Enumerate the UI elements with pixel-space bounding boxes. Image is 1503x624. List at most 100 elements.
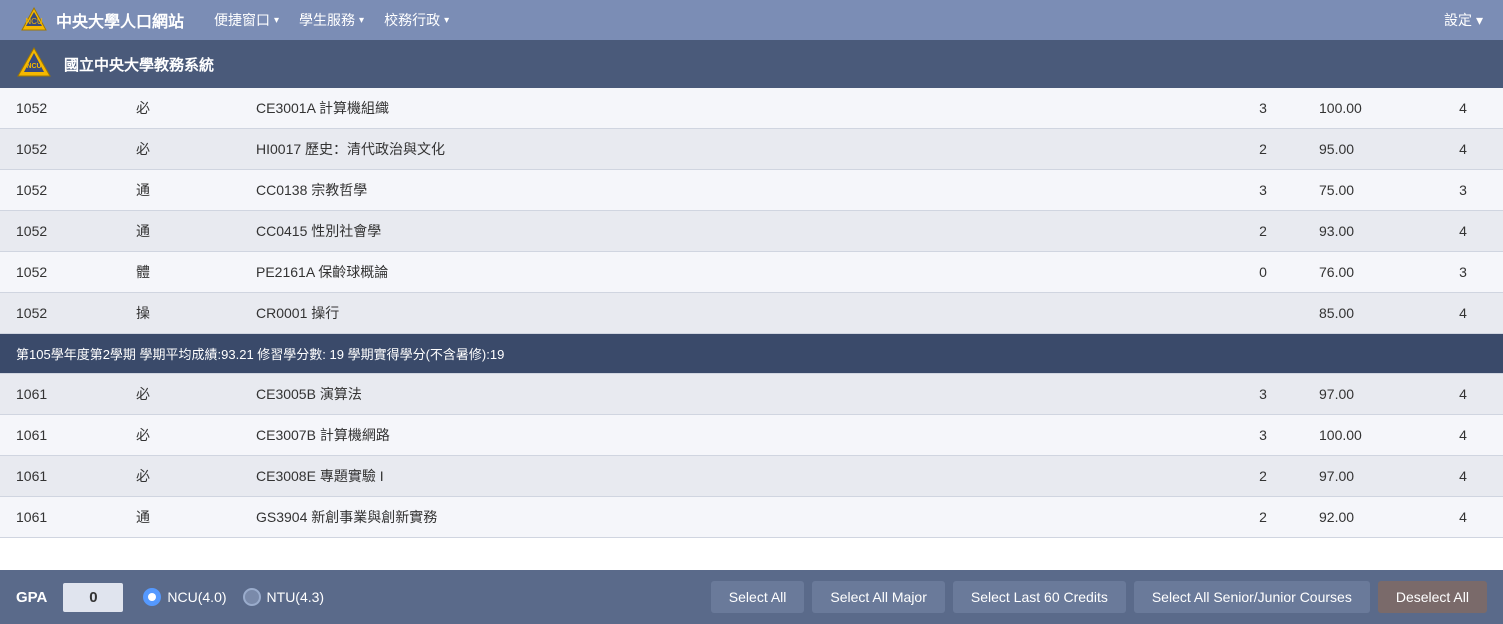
cell-type: 必 xyxy=(120,456,240,497)
cell-grade: 3 xyxy=(1423,252,1503,293)
school-name-label: 國立中央大學教務系統 xyxy=(64,54,214,75)
nav-items: 便捷窗口 學生服務 校務行政 xyxy=(214,10,1444,30)
cell-score: 92.00 xyxy=(1303,497,1423,538)
cell-grade: 4 xyxy=(1423,497,1503,538)
cell-score: 75.00 xyxy=(1303,170,1423,211)
cell-credits: 3 xyxy=(1223,415,1303,456)
nav-item-admin[interactable]: 校務行政 xyxy=(384,10,449,30)
cell-credits: 3 xyxy=(1223,374,1303,415)
table-wrapper: 1052必CE3001A 計算機組織3100.0041052必HI0017 歷史… xyxy=(0,88,1503,572)
cell-credits: 2 xyxy=(1223,211,1303,252)
cell-grade: 4 xyxy=(1423,88,1503,129)
cell-course: CE3008E 專題實驗 I xyxy=(240,456,1223,497)
cell-grade: 3 xyxy=(1423,170,1503,211)
cell-score: 95.00 xyxy=(1303,129,1423,170)
cell-type: 通 xyxy=(120,170,240,211)
cell-course: CE3007B 計算機網路 xyxy=(240,415,1223,456)
cell-type: 必 xyxy=(120,129,240,170)
cell-course: CE3001A 計算機組織 xyxy=(240,88,1223,129)
cell-grade: 4 xyxy=(1423,211,1503,252)
cell-credits xyxy=(1223,293,1303,334)
svg-text:NCU: NCU xyxy=(25,17,43,26)
cell-credits: 0 xyxy=(1223,252,1303,293)
deselect-all-button[interactable]: Deselect All xyxy=(1378,581,1487,613)
table-row: 1052體PE2161A 保齡球概論076.003 xyxy=(0,252,1503,293)
gpa-scale-radio-group: NCU(4.0) NTU(4.3) xyxy=(143,588,324,606)
select-all-senior-junior-button[interactable]: Select All Senior/Junior Courses xyxy=(1134,581,1370,613)
table-row: 1052通CC0415 性別社會學293.004 xyxy=(0,211,1503,252)
cell-credits: 3 xyxy=(1223,170,1303,211)
table-row: 1061必CE3005B 演算法397.004 xyxy=(0,374,1503,415)
table-row: 1052操CR0001 操行 85.004 xyxy=(0,293,1503,334)
site-title: 中央大學人口網站 xyxy=(56,8,184,32)
cell-type: 通 xyxy=(120,211,240,252)
cell-year: 1061 xyxy=(0,374,120,415)
gpa-label: GPA xyxy=(16,589,47,606)
cell-course: HI0017 歷史：清代政治與文化 xyxy=(240,129,1223,170)
table-row: 1052必HI0017 歷史：清代政治與文化295.004 xyxy=(0,129,1503,170)
table-row: 1052必CE3001A 計算機組織3100.004 xyxy=(0,88,1503,129)
cell-year: 1052 xyxy=(0,252,120,293)
cell-course: PE2161A 保齡球概論 xyxy=(240,252,1223,293)
cell-year: 1052 xyxy=(0,170,120,211)
top-nav-bar: NCU 中央大學人口網站 便捷窗口 學生服務 校務行政 設定 ▾ xyxy=(0,0,1503,40)
cell-year: 1052 xyxy=(0,211,120,252)
cell-year: 1061 xyxy=(0,456,120,497)
cell-type: 通 xyxy=(120,497,240,538)
cell-grade: 4 xyxy=(1423,415,1503,456)
sub-nav-bar: NCU 國立中央大學教務系統 xyxy=(0,40,1503,88)
cell-type: 體 xyxy=(120,252,240,293)
cell-year: 1061 xyxy=(0,415,120,456)
nav-item-student-services[interactable]: 學生服務 xyxy=(299,10,364,30)
radio-ncu[interactable]: NCU(4.0) xyxy=(143,588,226,606)
nav-item-shortcuts[interactable]: 便捷窗口 xyxy=(214,10,279,30)
cell-year: 1052 xyxy=(0,88,120,129)
action-btn-group: Select All Select All Major Select Last … xyxy=(711,581,1487,613)
cell-credits: 2 xyxy=(1223,497,1303,538)
cell-grade: 4 xyxy=(1423,456,1503,497)
cell-grade: 4 xyxy=(1423,293,1503,334)
table-row: 1052通CC0138 宗教哲學375.003 xyxy=(0,170,1503,211)
ncu-logo-icon: NCU xyxy=(20,6,48,34)
cell-credits: 2 xyxy=(1223,129,1303,170)
select-last-60-credits-button[interactable]: Select Last 60 Credits xyxy=(953,581,1126,613)
cell-score: 100.00 xyxy=(1303,88,1423,129)
svg-text:NCU: NCU xyxy=(26,63,41,70)
cell-score: 97.00 xyxy=(1303,374,1423,415)
cell-course: GS3904 新創事業與創新實務 xyxy=(240,497,1223,538)
summary-row: 第105學年度第2學期 學期平均成績:93.21 修習學分數: 19 學期實得學… xyxy=(0,334,1503,374)
select-all-button[interactable]: Select All xyxy=(711,581,805,613)
cell-grade: 4 xyxy=(1423,374,1503,415)
settings-label: 設定 xyxy=(1444,10,1472,30)
cell-credits: 3 xyxy=(1223,88,1303,129)
cell-type: 必 xyxy=(120,415,240,456)
cell-score: 93.00 xyxy=(1303,211,1423,252)
cell-type: 操 xyxy=(120,293,240,334)
table-row: 1061必CE3008E 專題實驗 I297.004 xyxy=(0,456,1503,497)
school-logo-icon: NCU xyxy=(16,46,52,82)
bottom-bar: GPA 0 NCU(4.0) NTU(4.3) Select All Selec… xyxy=(0,570,1503,624)
select-all-major-button[interactable]: Select All Major xyxy=(812,581,944,613)
cell-course: CC0138 宗教哲學 xyxy=(240,170,1223,211)
logo-area: NCU 中央大學人口網站 xyxy=(20,6,184,34)
cell-year: 1052 xyxy=(0,293,120,334)
radio-ncu-circle xyxy=(143,588,161,606)
table-row: 1061必CE3007B 計算機網路3100.004 xyxy=(0,415,1503,456)
cell-course: CC0415 性別社會學 xyxy=(240,211,1223,252)
cell-course: CE3005B 演算法 xyxy=(240,374,1223,415)
settings-menu[interactable]: 設定 ▾ xyxy=(1444,10,1483,30)
radio-ncu-label: NCU(4.0) xyxy=(167,589,226,605)
radio-ntu[interactable]: NTU(4.3) xyxy=(243,588,325,606)
cell-type: 必 xyxy=(120,88,240,129)
cell-year: 1061 xyxy=(0,497,120,538)
cell-score: 76.00 xyxy=(1303,252,1423,293)
cell-score: 85.00 xyxy=(1303,293,1423,334)
settings-chevron-icon: ▾ xyxy=(1476,12,1483,29)
grade-table: 1052必CE3001A 計算機組織3100.0041052必HI0017 歷史… xyxy=(0,88,1503,538)
cell-score: 100.00 xyxy=(1303,415,1423,456)
cell-credits: 2 xyxy=(1223,456,1303,497)
cell-course: CR0001 操行 xyxy=(240,293,1223,334)
table-row: 1061通GS3904 新創事業與創新實務292.004 xyxy=(0,497,1503,538)
summary-text: 第105學年度第2學期 學期平均成績:93.21 修習學分數: 19 學期實得學… xyxy=(0,334,1503,374)
radio-ntu-circle xyxy=(243,588,261,606)
